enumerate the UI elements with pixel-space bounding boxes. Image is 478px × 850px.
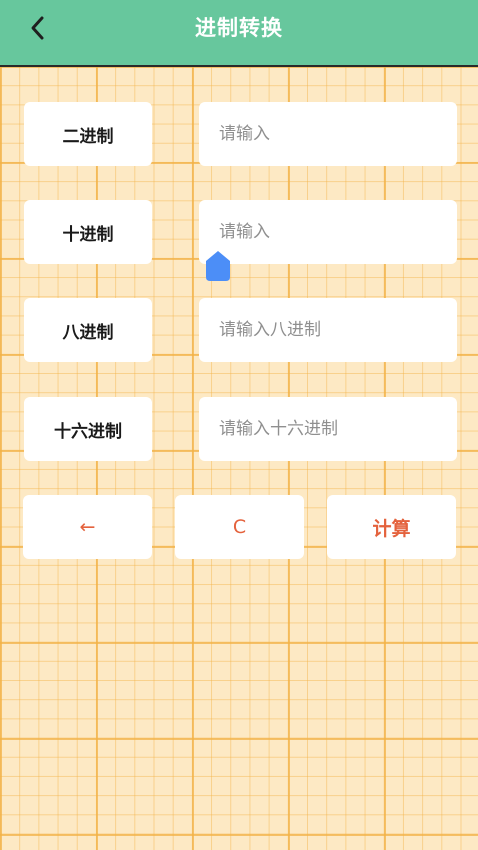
decimal-label: 十进制 bbox=[24, 200, 152, 264]
binary-label: 二进制 bbox=[24, 102, 152, 166]
binary-input[interactable] bbox=[199, 102, 457, 166]
hex-label: 十六进制 bbox=[24, 397, 152, 461]
decimal-input[interactable] bbox=[199, 200, 457, 264]
calculate-button[interactable]: 计算 bbox=[327, 495, 456, 559]
page-title: 进制转换 bbox=[195, 16, 283, 40]
octal-input[interactable] bbox=[199, 298, 457, 362]
octal-row: 八进制 bbox=[0, 298, 478, 362]
hex-row: 十六进制 bbox=[0, 397, 478, 461]
clear-button[interactable]: C bbox=[175, 495, 304, 559]
backspace-button[interactable]: ← bbox=[23, 495, 152, 559]
octal-label: 八进制 bbox=[24, 298, 152, 362]
hex-input[interactable] bbox=[199, 397, 457, 461]
decimal-row: 十进制 bbox=[0, 200, 478, 264]
text-cursor-handle-icon[interactable] bbox=[205, 250, 231, 282]
app-header: 进制转换 bbox=[0, 0, 478, 67]
binary-row: 二进制 bbox=[0, 102, 478, 166]
